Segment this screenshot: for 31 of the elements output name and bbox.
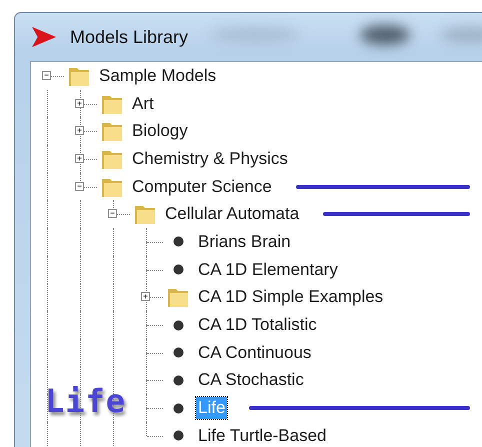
tree-item[interactable]: CA 1D Simple Examples <box>196 286 386 308</box>
bullet-icon <box>172 374 184 386</box>
app-logo-icon <box>32 26 56 48</box>
annotation-text: Life <box>45 382 126 420</box>
tree-item[interactable]: Brians Brain <box>196 230 293 253</box>
window-title: Models Library <box>70 26 188 48</box>
tree-item[interactable]: CA 1D Elementary <box>196 258 340 281</box>
expand-toggle-icon[interactable] <box>141 292 150 302</box>
tree-item[interactable]: Art <box>130 92 156 115</box>
expand-toggle-icon[interactable] <box>75 154 84 163</box>
collapse-toggle-icon[interactable] <box>42 70 51 80</box>
bullet-icon <box>172 264 184 276</box>
tree-item[interactable]: Biology <box>130 120 190 142</box>
bullet-icon <box>172 430 184 442</box>
bullet-icon <box>172 236 184 248</box>
tree-item[interactable]: CA 1D Totalistic <box>196 314 319 336</box>
tree-item[interactable]: Chemistry & Physics <box>130 148 290 170</box>
blurred-shape <box>360 25 410 45</box>
collapse-toggle-icon[interactable] <box>75 182 84 191</box>
collapse-toggle-icon[interactable] <box>108 209 117 218</box>
expand-toggle-icon[interactable] <box>75 126 84 136</box>
bullet-icon <box>172 347 184 358</box>
tree-item[interactable]: CA Continuous <box>196 342 314 364</box>
expand-toggle-icon[interactable] <box>75 98 84 108</box>
tree-item[interactable]: Cellular Automata <box>163 203 302 226</box>
tree-item[interactable]: CA Stochastic <box>196 369 306 392</box>
bullet-icon <box>172 402 184 414</box>
tree-item[interactable]: Computer Science <box>130 176 274 198</box>
tree-item[interactable]: Sample Models <box>97 64 218 87</box>
tree-item[interactable]: Life Turtle-Based <box>196 424 329 447</box>
bullet-icon <box>172 320 184 331</box>
